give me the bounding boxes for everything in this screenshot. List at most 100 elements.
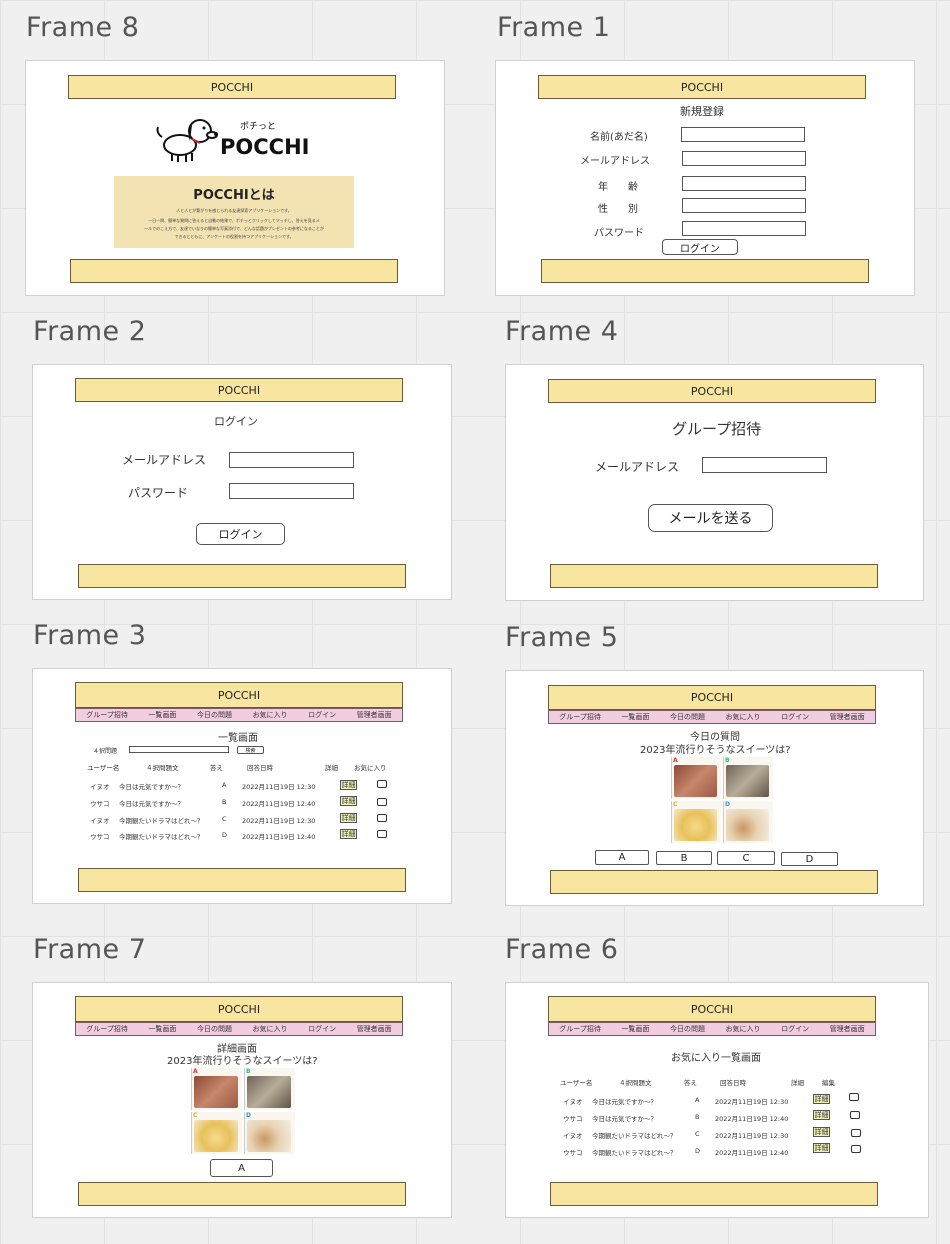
- nav-item-today-question[interactable]: 今日の問題: [197, 1024, 232, 1034]
- detail-button[interactable]: 詳細: [340, 780, 357, 790]
- column-header: 回答日時: [720, 1079, 746, 1087]
- nav-item-today-question[interactable]: 今日の問題: [670, 712, 705, 722]
- nav-item-list[interactable]: 一覧画面: [148, 710, 176, 720]
- nav-item-admin[interactable]: 管理者画面: [357, 710, 392, 720]
- detail-button[interactable]: 詳細: [340, 796, 357, 806]
- logo-small-text: ポチっと: [240, 122, 277, 132]
- search-button[interactable]: 検索: [237, 746, 264, 754]
- email-field[interactable]: [682, 151, 806, 166]
- nav-item-group-invite[interactable]: グループ招待: [559, 712, 601, 722]
- cell-question: 今期観たいドラマはどれ〜？: [119, 833, 204, 841]
- search-label: ４択問題: [93, 748, 118, 755]
- choice-letter: A: [673, 757, 678, 764]
- header-bar: POCCHI: [548, 379, 876, 403]
- sweets-photo: [726, 765, 769, 797]
- age-label: 年 齢: [598, 182, 638, 193]
- cell-answer: D: [222, 831, 228, 839]
- search-input[interactable]: [129, 746, 229, 753]
- favorite-checkbox[interactable]: [377, 814, 387, 822]
- age-field[interactable]: [682, 176, 806, 191]
- choice-letter: A: [193, 1068, 198, 1075]
- cell-date: 2022月11日19日 12:30: [242, 783, 316, 791]
- choice-button-c[interactable]: C: [717, 851, 775, 865]
- nav-item-list[interactable]: 一覧画面: [148, 1024, 176, 1034]
- nav-item-today-question[interactable]: 今日の問題: [670, 1024, 705, 1034]
- choice-image-d: D: [244, 1112, 295, 1154]
- cell-user: ウサコ: [90, 833, 110, 841]
- name-field[interactable]: [681, 127, 805, 142]
- login-button[interactable]: ログイン: [662, 239, 738, 255]
- detail-button[interactable]: 詳細: [813, 1127, 830, 1137]
- nav-item-login[interactable]: ログイン: [308, 710, 336, 720]
- choice-image-b: B: [723, 757, 773, 799]
- gender-label: 性 別: [598, 204, 638, 215]
- detail-button[interactable]: 詳細: [813, 1143, 830, 1153]
- password-field[interactable]: [682, 221, 806, 236]
- detail-button[interactable]: 詳細: [340, 829, 357, 839]
- choice-letter: C: [193, 1112, 198, 1119]
- edit-checkbox[interactable]: [851, 1145, 861, 1153]
- footer-bar: [70, 259, 398, 283]
- nav-item-favorites[interactable]: お気に入り: [726, 1024, 761, 1034]
- nav-bar: グループ招待 一覧画面 今日の問題 お気に入り ログイン 管理者画面: [548, 710, 876, 724]
- cell-answer: D: [695, 1147, 701, 1155]
- email-field[interactable]: [702, 457, 827, 473]
- edit-checkbox[interactable]: [849, 1093, 859, 1101]
- send-mail-button[interactable]: メールを送る: [648, 504, 773, 532]
- email-field[interactable]: [229, 452, 354, 468]
- nav-item-list[interactable]: 一覧画面: [621, 1024, 649, 1034]
- favorite-checkbox[interactable]: [377, 780, 387, 788]
- footer-bar: [541, 259, 869, 283]
- detail-button[interactable]: 詳細: [340, 813, 357, 823]
- nav-item-group-invite[interactable]: グループ招待: [559, 1024, 601, 1034]
- about-line: ールでのこえ方で、友達でいなりの簡単な写真添付で、どんな話題がプレゼントの参考に…: [144, 226, 324, 231]
- footer-bar: [550, 1182, 878, 1206]
- sweets-photo: [674, 809, 717, 841]
- choice-image-grid: A B C D: [671, 757, 773, 843]
- answer-display: A: [210, 1159, 273, 1177]
- detail-button[interactable]: 詳細: [813, 1094, 830, 1104]
- choice-button-a[interactable]: A: [595, 850, 649, 865]
- footer-bar: [78, 1182, 406, 1206]
- favorite-checkbox[interactable]: [377, 830, 387, 838]
- column-header: ４択問題文: [619, 1079, 652, 1087]
- nav-item-login[interactable]: ログイン: [781, 712, 809, 722]
- nav-item-group-invite[interactable]: グループ招待: [86, 710, 128, 720]
- frame-8: POCCHI ポチっと POCCHI POCCHIとは 人と人とが繋がりを感じら…: [25, 60, 445, 296]
- nav-item-favorites[interactable]: お気に入り: [253, 1024, 288, 1034]
- login-button[interactable]: ログイン: [196, 523, 285, 545]
- frame-title: Frame 8: [26, 12, 140, 43]
- cell-date: 2022月11日19日 12:30: [715, 1132, 789, 1140]
- about-line: 人と人とが繋がりを感じられる友達探索アプリケーションです。: [176, 208, 292, 213]
- nav-item-login[interactable]: ログイン: [781, 1024, 809, 1034]
- favorite-checkbox[interactable]: [377, 798, 387, 806]
- nav-item-group-invite[interactable]: グループ招待: [86, 1024, 128, 1034]
- gender-field[interactable]: [682, 198, 806, 213]
- frame-title: Frame 6: [505, 934, 619, 965]
- nav-item-favorites[interactable]: お気に入り: [726, 712, 761, 722]
- detail-button[interactable]: 詳細: [813, 1110, 830, 1120]
- page-title: 新規登録: [680, 105, 724, 118]
- frame-title: Frame 3: [33, 620, 147, 651]
- choice-button-b[interactable]: B: [656, 851, 712, 865]
- edit-checkbox[interactable]: [851, 1129, 861, 1137]
- nav-item-login[interactable]: ログイン: [308, 1024, 336, 1034]
- cell-user: ウサコ: [563, 1115, 583, 1123]
- frame-2: POCCHI ログイン メールアドレス パスワード ログイン: [32, 364, 452, 600]
- cell-answer: A: [695, 1096, 700, 1104]
- password-label: パスワード: [594, 228, 644, 239]
- nav-item-admin[interactable]: 管理者画面: [830, 1024, 865, 1034]
- password-field[interactable]: [229, 483, 354, 499]
- footer-bar: [78, 868, 406, 892]
- nav-item-list[interactable]: 一覧画面: [621, 712, 649, 722]
- nav-item-admin[interactable]: 管理者画面: [830, 712, 865, 722]
- about-box: POCCHIとは 人と人とが繋がりを感じられる友達探索アプリケーションです。 一…: [114, 176, 354, 248]
- nav-item-today-question[interactable]: 今日の問題: [197, 710, 232, 720]
- edit-checkbox[interactable]: [850, 1111, 860, 1119]
- choice-button-d[interactable]: D: [781, 852, 838, 866]
- email-label: メールアドレス: [595, 460, 680, 474]
- frame-1: POCCHI 新規登録 名前(あだ名) メールアドレス 年 齢 性 別 パスワー…: [495, 60, 915, 296]
- cell-question: 今日は元気ですか〜？: [119, 800, 184, 808]
- nav-item-admin[interactable]: 管理者画面: [357, 1024, 392, 1034]
- nav-item-favorites[interactable]: お気に入り: [253, 710, 288, 720]
